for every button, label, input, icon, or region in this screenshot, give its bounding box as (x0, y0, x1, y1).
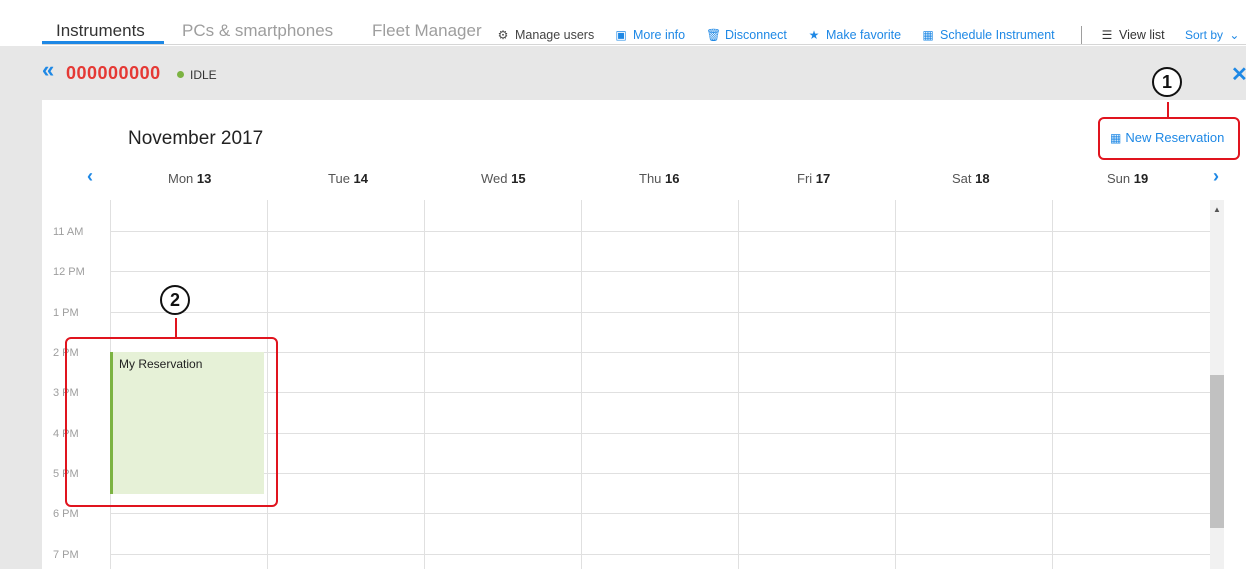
day-number: 14 (353, 171, 369, 186)
app-root: Instruments PCs & smartphones Fleet Mana… (0, 0, 1246, 569)
schedule-instrument-button[interactable]: ▦ Schedule Instrument (921, 28, 1055, 42)
list-icon: ☰ (1101, 28, 1113, 42)
day-name: Wed (481, 171, 508, 186)
day-name: Thu (639, 171, 662, 186)
double-chevron-left-icon[interactable]: « (42, 59, 54, 81)
hour-label: 11 AM (53, 226, 84, 238)
info-icon: ▣ (615, 28, 627, 42)
hour-gridline (110, 513, 1210, 514)
scroll-up-arrow-icon[interactable]: ▲ (1213, 205, 1221, 214)
day-name: Sat (952, 171, 972, 186)
day-header-wed[interactable]: Wed 15 (481, 171, 526, 186)
instrument-id: 000000000 (66, 63, 161, 83)
calendar-icon: ▦ (922, 28, 934, 42)
hour-label: 7 PM (53, 549, 79, 561)
trash-icon: 🗑 (706, 28, 722, 42)
sort-by-dropdown[interactable]: Sort by ⌄ (1185, 28, 1239, 42)
day-number: 19 (1133, 171, 1149, 186)
make-favorite-button[interactable]: ★ Make favorite (807, 28, 901, 42)
day-header-thu[interactable]: Thu 16 (639, 171, 680, 186)
view-list-label: View list (1119, 28, 1165, 42)
callout-number-1: 1 (1152, 67, 1182, 97)
top-navigation: Instruments PCs & smartphones Fleet Mana… (0, 0, 1246, 46)
disconnect-button[interactable]: 🗑 Disconnect (706, 28, 787, 42)
schedule-instrument-label: Schedule Instrument (940, 28, 1055, 42)
day-name: Tue (328, 171, 350, 186)
hour-gridline (110, 312, 1210, 313)
day-header-tue[interactable]: Tue 14 (328, 171, 368, 186)
day-header-mon[interactable]: Mon 13 (168, 171, 211, 186)
manage-users-label: Manage users (515, 28, 595, 42)
tab-pcs-smartphones[interactable]: PCs & smartphones (182, 21, 333, 41)
month-title: November 2017 (128, 128, 264, 149)
day-number: 17 (815, 171, 831, 186)
disconnect-label: Disconnect (725, 28, 787, 42)
hour-gridline (110, 554, 1210, 555)
hour-gridline (110, 231, 1210, 232)
day-name: Mon (168, 171, 194, 186)
day-number: 18 (975, 171, 990, 186)
sort-by-label: Sort by (1185, 28, 1224, 42)
callout-stem (175, 318, 177, 337)
tab-instruments[interactable]: Instruments (56, 21, 145, 41)
hour-label: 6 PM (53, 508, 79, 520)
status-dot-icon (177, 71, 184, 78)
next-week-chevron-icon[interactable]: › (1213, 166, 1219, 187)
more-info-label: More info (633, 28, 686, 42)
callout-stem (1167, 102, 1169, 117)
chevron-down-icon: ⌄ (1229, 28, 1240, 42)
toolbar-separator (1081, 26, 1082, 44)
previous-week-chevron-icon[interactable]: ‹ (87, 166, 93, 187)
day-header-sun[interactable]: Sun 19 (1107, 171, 1148, 186)
callout-box-reservation (65, 337, 278, 507)
tab-fleet-manager[interactable]: Fleet Manager (372, 21, 482, 41)
view-list-button[interactable]: ☰ View list (1100, 28, 1165, 42)
instrument-header: « 000000000 IDLE ✕ (0, 46, 1246, 100)
hour-gridline (110, 271, 1210, 272)
gear-icon: ⚙ (497, 28, 509, 42)
make-favorite-label: Make favorite (826, 28, 902, 42)
close-icon[interactable]: ✕ (1231, 62, 1246, 87)
left-gutter (0, 100, 42, 569)
hour-label: 12 PM (53, 266, 85, 278)
day-number: 16 (665, 171, 680, 186)
day-header-sat[interactable]: Sat 18 (952, 171, 990, 186)
manage-users-button[interactable]: ⚙ Manage users (496, 28, 595, 42)
day-number: 13 (196, 171, 212, 186)
scrollbar-thumb[interactable] (1210, 375, 1224, 528)
instrument-status: IDLE (190, 68, 217, 82)
day-name: Fri (797, 171, 813, 186)
callout-number-2: 2 (160, 285, 190, 315)
star-icon: ★ (808, 28, 820, 42)
day-header-fri[interactable]: Fri 17 (797, 171, 830, 186)
callout-box-new-reservation (1098, 117, 1240, 160)
nav-divider (42, 44, 1246, 45)
day-number: 15 (511, 171, 526, 186)
day-name: Sun (1107, 171, 1131, 186)
hour-label: 1 PM (53, 307, 79, 319)
more-info-button[interactable]: ▣ More info (614, 28, 685, 42)
